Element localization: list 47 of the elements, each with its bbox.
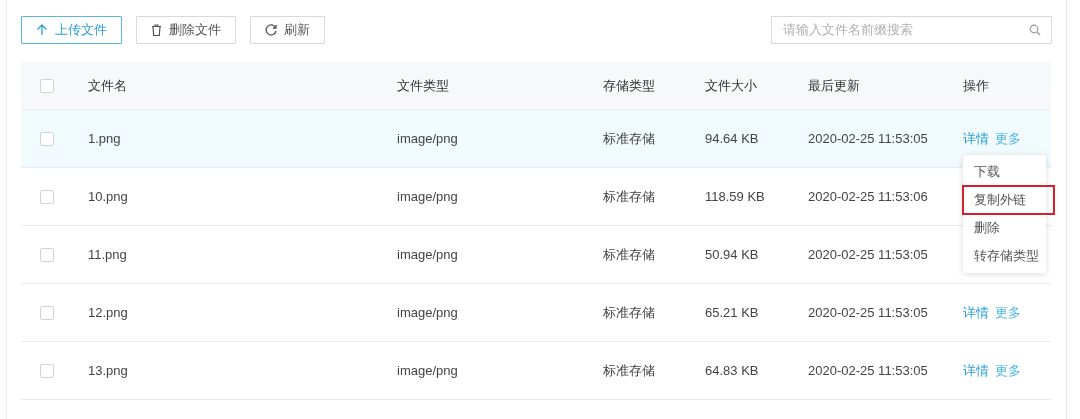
search-icon — [1029, 24, 1041, 36]
checkbox[interactable] — [40, 247, 54, 262]
table-cell-text: 50.94 KB — [705, 247, 760, 262]
table-cell-text: image/png — [397, 131, 459, 146]
table-cell-text: image/png — [397, 247, 459, 262]
checkbox[interactable] — [40, 305, 54, 320]
checkbox[interactable] — [40, 189, 54, 204]
table-cell-text: 65.21 KB — [705, 305, 760, 320]
checkbox[interactable] — [40, 131, 54, 146]
table-cell-text: 2020-02-25 11:53:06 — [808, 189, 929, 204]
table-cell-text: 1.png — [88, 131, 122, 146]
column-header: 最后更新 — [808, 76, 861, 95]
refresh-icon — [265, 24, 277, 36]
delete-button[interactable]: 删除文件 — [136, 16, 236, 44]
table-cell-text: image/png — [397, 363, 459, 378]
column-header: 操作 — [963, 76, 990, 95]
table-cell-text: 12.png — [88, 305, 129, 320]
table-cell-text: 10.png — [88, 189, 129, 204]
menu-item[interactable]: 转存储类型 — [963, 242, 1046, 270]
table-cell-text: 11.png — [88, 247, 128, 262]
column-header: 文件大小 — [705, 76, 758, 95]
table-cell-text: 13.png — [88, 363, 129, 378]
table-cell-text: 2020-02-25 11:53:05 — [808, 363, 929, 378]
menu-item[interactable]: 复制外链 — [963, 186, 1054, 214]
column-header: 文件名 — [88, 76, 128, 95]
table-cell-text: 标准存储 — [603, 361, 656, 380]
trash-icon — [151, 24, 162, 36]
search-field[interactable]: 请输入文件名前缀搜索 — [771, 16, 1052, 44]
table-cell-text: 2020-02-25 11:53:05 — [808, 247, 929, 262]
table-cell-text: 标准存储 — [603, 129, 656, 148]
table-cell-text: image/png — [397, 189, 459, 204]
table-cell-text: 118.59 KB — [705, 189, 766, 204]
table-cell-text: 2020-02-25 11:53:05 — [808, 131, 929, 146]
table-cell-text: 标准存储 — [603, 303, 656, 322]
checkbox[interactable] — [40, 78, 54, 93]
table-cell-text: image/png — [397, 305, 459, 320]
checkbox[interactable] — [40, 363, 54, 378]
menu-item[interactable]: 删除 — [963, 214, 1046, 242]
arrow-up-icon — [36, 24, 48, 36]
column-header: 存储类型 — [603, 76, 656, 95]
table-cell-text: 64.83 KB — [705, 363, 760, 378]
column-header: 文件类型 — [397, 76, 450, 95]
table-cell-text: 标准存储 — [603, 187, 656, 206]
table-cell-text: 标准存储 — [603, 245, 656, 264]
refresh-button[interactable]: 刷新 — [250, 16, 325, 44]
table-cell-text: 94.64 KB — [705, 131, 760, 146]
table-cell-text: 2020-02-25 11:53:05 — [808, 305, 929, 320]
